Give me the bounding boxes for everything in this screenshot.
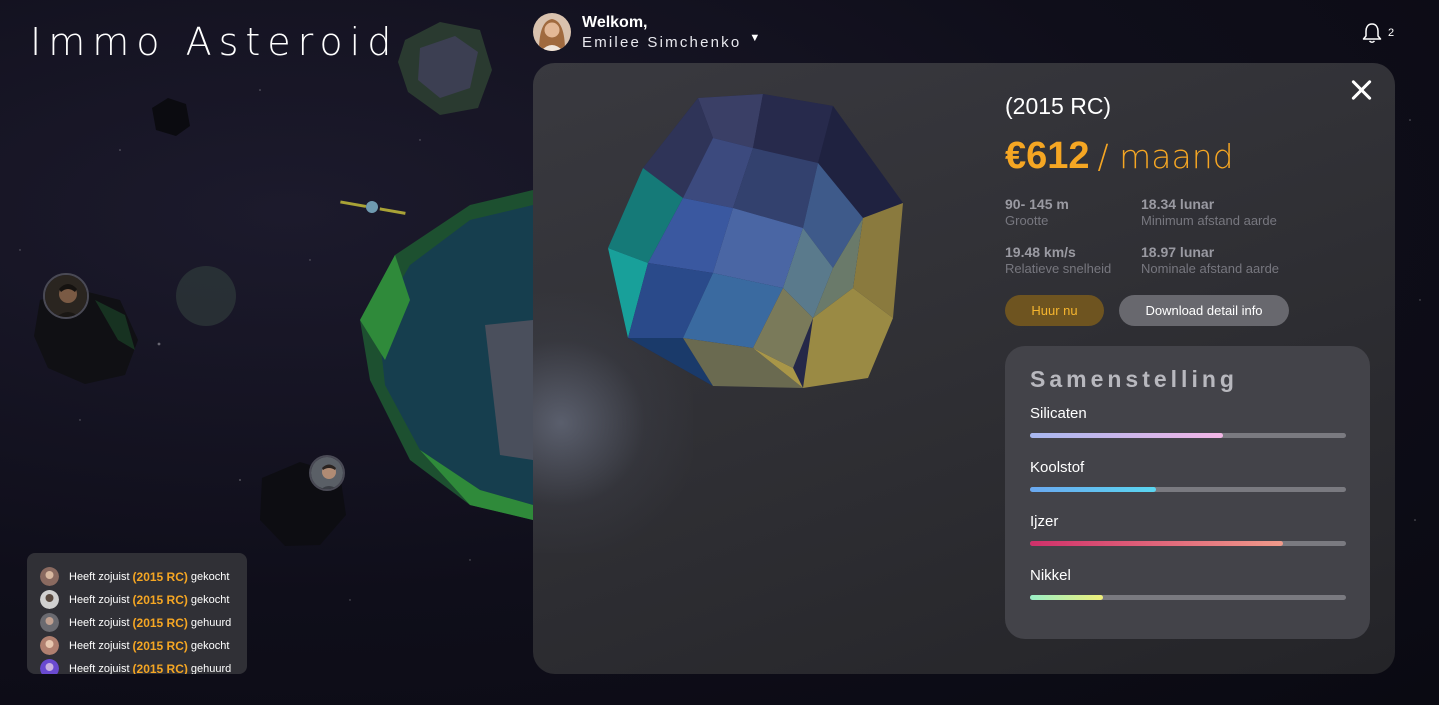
stat-velocity: 19.48 km/s Relatieve snelheid bbox=[1005, 244, 1111, 276]
feed-action: gekocht bbox=[190, 639, 230, 652]
stat-nominal-distance: 18.97 lunar Nominale afstand aarde bbox=[1141, 244, 1279, 276]
feed-asteroid-link[interactable]: (2015 RC) bbox=[133, 639, 188, 653]
feed-asteroid-link[interactable]: (2015 RC) bbox=[133, 593, 188, 607]
map-avatar[interactable] bbox=[43, 273, 89, 319]
map-avatar[interactable] bbox=[309, 455, 345, 491]
feed-asteroid-link[interactable]: (2015 RC) bbox=[133, 616, 188, 630]
feed-prefix: Heeft zojuist bbox=[69, 616, 130, 629]
feed-item: Heeft zojuist (2015 RC) gehuurd bbox=[40, 611, 247, 634]
stat-value: 18.97 lunar bbox=[1141, 244, 1215, 260]
planet bbox=[360, 190, 533, 520]
avatar-portrait-icon bbox=[40, 636, 59, 655]
composition-row-silicaten: Silicaten bbox=[1030, 405, 1346, 459]
composition-label: Silicaten bbox=[1030, 405, 1087, 422]
composition-bar-fill bbox=[1030, 433, 1223, 438]
composition-heading: Samenstelling bbox=[1030, 366, 1238, 392]
activity-feed: Heeft zojuist (2015 RC) gekocht Heeft zo… bbox=[27, 553, 247, 674]
welcome-text: Welkom, bbox=[582, 13, 648, 31]
feed-prefix: Heeft zojuist bbox=[69, 593, 130, 606]
user-avatar bbox=[533, 13, 571, 51]
stat-label: Relatieve snelheid bbox=[1005, 261, 1112, 276]
feed-action: gekocht bbox=[190, 570, 230, 583]
close-button[interactable] bbox=[1350, 79, 1372, 101]
download-info-button[interactable]: Download detail info bbox=[1119, 295, 1289, 326]
stat-value: 18.34 lunar bbox=[1141, 196, 1215, 212]
composition-bar bbox=[1030, 595, 1346, 600]
user-menu[interactable]: Welkom, Emilee Simchenko ▼ bbox=[533, 13, 760, 51]
notifications-button[interactable]: 2 bbox=[1361, 22, 1394, 44]
avatar-portrait-icon bbox=[40, 613, 59, 632]
chevron-down-icon[interactable]: ▼ bbox=[749, 32, 760, 44]
price: €612 / maand bbox=[1005, 135, 1234, 178]
composition-bar bbox=[1030, 487, 1346, 492]
rent-now-button[interactable]: Huur nu bbox=[1005, 295, 1104, 326]
asteroid-3d-model bbox=[608, 94, 903, 388]
stat-size: 90- 145 m Grootte bbox=[1005, 196, 1069, 228]
stat-label: Grootte bbox=[1005, 213, 1049, 228]
feed-prefix: Heeft zojuist bbox=[69, 662, 130, 675]
avatar-portrait-icon bbox=[40, 659, 59, 674]
stat-value: 19.48 km/s bbox=[1005, 244, 1076, 260]
composition-bar-fill bbox=[1030, 487, 1157, 492]
user-name: Emilee Simchenko bbox=[582, 33, 742, 51]
notification-count: 2 bbox=[1388, 27, 1395, 39]
feed-action: gekocht bbox=[190, 593, 230, 606]
composition-bar bbox=[1030, 541, 1346, 546]
composition-bar bbox=[1030, 433, 1346, 438]
avatar-portrait-icon bbox=[40, 590, 59, 609]
stat-min-distance: 18.34 lunar Minimum afstand aarde bbox=[1141, 196, 1277, 228]
feed-item: Heeft zojuist (2015 RC) gekocht bbox=[40, 565, 247, 588]
composition-bar-fill bbox=[1030, 541, 1283, 546]
avatar-portrait-icon bbox=[533, 13, 571, 51]
composition-label: Koolstof bbox=[1030, 459, 1085, 476]
composition-label: Ijzer bbox=[1030, 513, 1059, 530]
feed-item: Heeft zojuist (2015 RC) gekocht bbox=[40, 634, 247, 657]
composition-row-ijzer: Ijzer bbox=[1030, 513, 1346, 567]
stat-label: Nominale afstand aarde bbox=[1141, 261, 1280, 276]
asteroid-detail-panel: (2015 RC) €612 / maand 90- 145 m Grootte… bbox=[533, 63, 1395, 674]
feed-asteroid-link[interactable]: (2015 RC) bbox=[133, 662, 188, 675]
feed-item: Heeft zojuist (2015 RC) gehuurd bbox=[40, 657, 247, 674]
composition-bar-fill bbox=[1030, 595, 1103, 600]
stat-label: Minimum afstand aarde bbox=[1141, 213, 1277, 228]
asteroid-title: (2015 RC) bbox=[1005, 93, 1112, 119]
feed-action: gehuurd bbox=[190, 616, 232, 629]
price-unit: / maand bbox=[1097, 137, 1234, 176]
composition-row-koolstof: Koolstof bbox=[1030, 459, 1346, 513]
app-logo: Immo Asteroid bbox=[30, 20, 399, 64]
price-amount: €612 bbox=[1005, 135, 1090, 177]
feed-prefix: Heeft zojuist bbox=[69, 639, 130, 652]
stat-value: 90- 145 m bbox=[1005, 196, 1069, 212]
composition-card: Samenstelling Silicaten Koolstof Ijzer N… bbox=[1005, 346, 1370, 639]
bell-icon bbox=[1362, 23, 1382, 43]
feed-action: gehuurd bbox=[190, 662, 232, 675]
feed-item: Heeft zojuist (2015 RC) gekocht bbox=[40, 588, 247, 611]
composition-label: Nikkel bbox=[1030, 567, 1071, 584]
feed-prefix: Heeft zojuist bbox=[69, 570, 130, 583]
avatar-portrait-icon bbox=[40, 567, 59, 586]
composition-row-nikkel: Nikkel bbox=[1030, 567, 1346, 621]
feed-asteroid-link[interactable]: (2015 RC) bbox=[133, 570, 188, 584]
